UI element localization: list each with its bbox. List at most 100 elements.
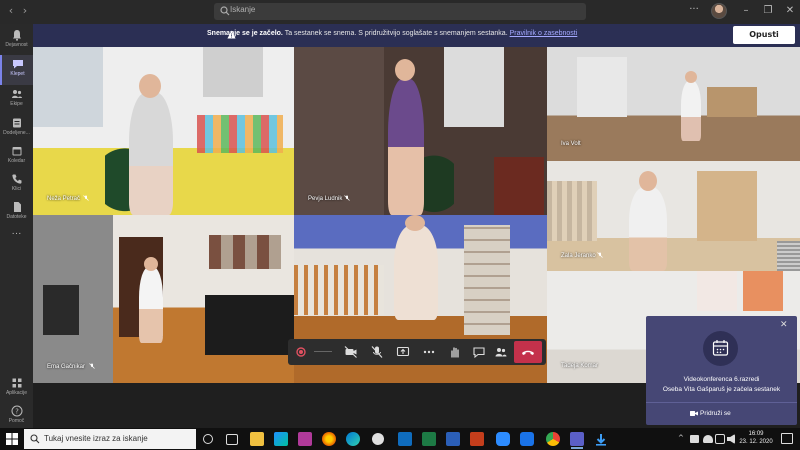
cortana-icon[interactable] — [203, 434, 213, 444]
files-icon — [13, 202, 21, 212]
camera-off-icon[interactable] — [344, 345, 358, 359]
powerpoint-icon[interactable] — [470, 432, 484, 446]
participant-name: Neža Petrač — [47, 196, 81, 202]
wall-backdrop — [294, 47, 384, 215]
more-options-icon[interactable]: ··· — [686, 3, 702, 17]
participant-name: Iva Volt — [561, 141, 581, 147]
participant-figure — [129, 92, 173, 215]
notifications-icon[interactable] — [781, 433, 793, 444]
phone-icon — [11, 174, 21, 184]
rail-item-chat[interactable]: Klepet — [0, 55, 33, 85]
recording-icon[interactable] — [294, 345, 308, 359]
chrome-icon[interactable] — [546, 432, 560, 446]
chat-icon — [12, 60, 23, 69]
video-tile[interactable]: Iva Volt — [547, 47, 800, 161]
rail-item-teams[interactable]: Ekipe — [0, 85, 33, 115]
assignments-icon — [12, 118, 21, 128]
wardrobe — [697, 171, 757, 241]
minimize-button[interactable]: – — [738, 4, 754, 18]
forward-arrow-icon[interactable]: › — [18, 4, 32, 17]
bookshelf — [464, 225, 510, 335]
excel-icon[interactable] — [422, 432, 436, 446]
system-clock[interactable]: 16:09 23. 12. 2020 — [736, 430, 776, 446]
rail-item-activity[interactable]: Dejavnost — [0, 26, 33, 56]
participant-head — [144, 257, 158, 271]
leave-button[interactable]: Opusti — [733, 26, 795, 44]
rail-label: Datoteke — [6, 214, 27, 220]
chat-icon[interactable] — [472, 345, 486, 359]
privacy-policy-link[interactable]: Pravilnik o zasebnosti — [510, 30, 578, 37]
calendar-icon — [712, 340, 729, 356]
calendar-icon — [12, 147, 21, 156]
join-button[interactable]: Pridruži se — [700, 410, 731, 417]
maximize-button[interactable]: ❐ — [760, 4, 776, 18]
settings-icon[interactable] — [372, 433, 384, 445]
recording-banner: Snemanje se je začelo. Ta sestanek se sn… — [33, 24, 800, 47]
back-arrow-icon[interactable]: ‹ — [4, 4, 18, 17]
video-tile[interactable]: Ema Gačnikar — [33, 215, 294, 383]
raise-hand-icon[interactable] — [448, 345, 462, 359]
participant-head — [639, 171, 657, 191]
download-arrow-icon — [596, 434, 606, 446]
participant-head — [139, 74, 161, 98]
network-icon[interactable] — [715, 434, 725, 444]
zoom-icon[interactable] — [496, 432, 510, 446]
search-icon — [30, 434, 40, 444]
window-backdrop — [444, 47, 504, 127]
task-view-icon[interactable] — [226, 434, 238, 445]
rail-item-assignments[interactable]: Dodeljene... — [0, 114, 33, 144]
outlook-icon[interactable] — [398, 432, 412, 446]
notification-subtitle: Oseba Vita Gašparuš je začela sestanek — [662, 386, 781, 393]
shelf — [547, 181, 597, 241]
rail-label: Dejavnost — [5, 42, 28, 48]
volume-icon[interactable] — [727, 434, 735, 444]
meet-icon[interactable] — [520, 432, 534, 446]
rail-item-calendar[interactable]: Koledar — [0, 142, 33, 172]
apps-icon — [12, 378, 21, 388]
firefox-icon[interactable] — [322, 432, 336, 446]
share-screen-icon[interactable] — [396, 345, 410, 359]
mic-off-icon[interactable] — [370, 345, 384, 359]
participant-figure — [681, 81, 701, 141]
onenote-icon[interactable] — [298, 432, 312, 446]
rail-label: Dodeljene... — [3, 130, 30, 136]
file-explorer-icon[interactable] — [250, 432, 264, 446]
video-tile[interactable]: Zala Jeranko — [547, 161, 800, 271]
windows-start-icon[interactable] — [6, 433, 18, 445]
participant-name: Tadeja Komar — [561, 363, 599, 369]
poster-chart — [197, 115, 283, 153]
clock-date: 23. 12. 2020 — [739, 439, 773, 445]
user-avatar[interactable] — [711, 3, 727, 19]
rail-label: Klepet — [10, 71, 25, 77]
search-placeholder: Iskanje — [230, 5, 256, 14]
store-icon[interactable] — [274, 432, 288, 446]
download-icon[interactable] — [594, 432, 608, 446]
bell-icon — [12, 30, 21, 41]
participants-icon[interactable] — [494, 345, 508, 359]
participant-name: Ema Gačnikar — [47, 364, 86, 370]
mic-off-icon — [344, 195, 350, 201]
video-tile[interactable]: Pevja Ludnik — [294, 47, 547, 215]
hang-up-button[interactable] — [514, 341, 542, 363]
word-icon[interactable] — [446, 432, 460, 446]
search-box[interactable]: Iskanje — [214, 3, 586, 20]
rail-item-calls[interactable]: Klici — [0, 170, 33, 200]
teams-icon[interactable] — [570, 432, 584, 449]
edge-icon[interactable] — [346, 432, 360, 446]
video-tile[interactable]: Neža Petrač — [33, 47, 294, 215]
close-notification-icon[interactable]: ✕ — [780, 320, 788, 330]
rail-label: Klici — [11, 186, 22, 192]
participant-name: Zala Jeranko — [561, 253, 596, 259]
taskbar-search[interactable]: Tukaj vnesite izraz za iskanje — [24, 429, 196, 449]
rail-item-more[interactable]: ··· — [0, 224, 33, 254]
meeting-notification[interactable]: ✕ Videokonferenca 6.razredi Oseba Vita G… — [646, 316, 797, 425]
close-window-button[interactable]: ✕ — [782, 4, 798, 18]
onedrive-icon[interactable] — [703, 435, 713, 443]
tray-chevron-icon[interactable]: ^ — [678, 434, 684, 442]
teams-icon — [11, 90, 22, 98]
taskbar-search-placeholder: Tukaj vnesite izraz za iskanje — [44, 434, 148, 443]
mic-off-icon — [89, 363, 95, 369]
rail-item-apps[interactable]: Aplikacije — [0, 374, 33, 404]
battery-icon[interactable] — [690, 435, 699, 443]
more-actions-icon[interactable] — [422, 345, 436, 359]
